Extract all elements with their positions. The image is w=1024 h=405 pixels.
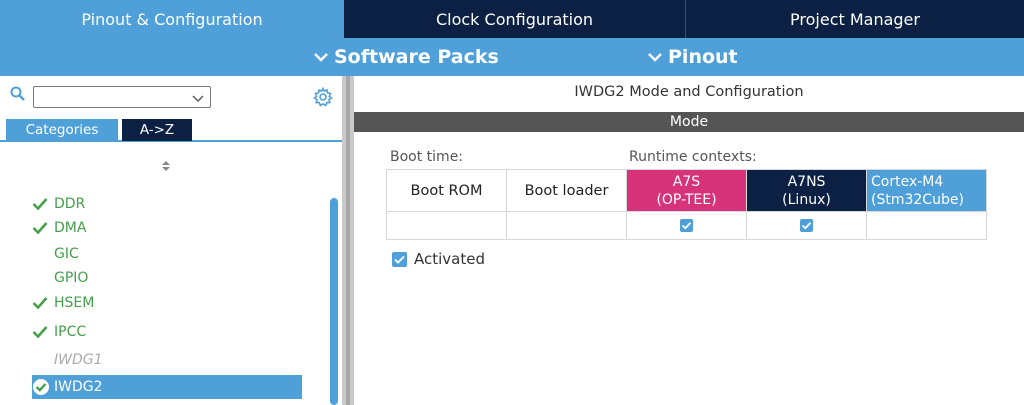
chevron-down-icon	[314, 53, 328, 62]
software-packs-menu[interactable]: Software Packs	[314, 38, 499, 76]
check-icon	[32, 296, 54, 310]
tree-item-gic[interactable]: GIC	[32, 242, 302, 266]
cell-cortex-m4[interactable]	[866, 211, 987, 240]
tree-item-label: GPIO	[54, 270, 89, 286]
software-packs-label: Software Packs	[334, 46, 499, 68]
check-circle-icon	[32, 378, 54, 396]
top-tab-bar: Pinout & Configuration Clock Configurati…	[0, 0, 1024, 38]
tree-item-ipcc[interactable]: IPCC	[32, 320, 302, 344]
tab-project-manager[interactable]: Project Manager	[686, 0, 1024, 38]
tree-item-gpio[interactable]: GPIO	[32, 266, 302, 290]
tab-categories[interactable]: Categories	[6, 119, 118, 141]
cell-a7s[interactable]	[626, 211, 747, 240]
search-combobox[interactable]	[33, 86, 211, 108]
categories-panel: Categories A->Z DDR DMA GIC GPIO HSEM IP…	[0, 76, 342, 405]
tree-item-label: DDR	[54, 196, 86, 212]
a7ns-checkbox[interactable]	[800, 219, 813, 232]
tab-clock-configuration[interactable]: Clock Configuration	[344, 0, 686, 38]
gear-icon[interactable]	[313, 86, 333, 111]
sort-icon[interactable]	[161, 160, 171, 176]
mode-configuration-panel: IWDG2 Mode and Configuration Mode Boot t…	[354, 76, 1024, 405]
column-header-cortex-m4: Cortex-M4 (Stm32Cube)	[866, 169, 987, 212]
tree-item-iwdg2[interactable]: IWDG2	[32, 375, 302, 399]
chevron-down-icon	[648, 53, 662, 62]
search-icon[interactable]	[10, 86, 26, 106]
column-header-boot-rom: Boot ROM	[386, 169, 507, 212]
cell-boot-rom[interactable]	[386, 211, 507, 240]
search-row	[0, 82, 342, 108]
secondary-menu-bar: Software Packs Pinout	[0, 38, 1024, 76]
panel-title: IWDG2 Mode and Configuration	[574, 84, 804, 100]
column-header-boot-loader: Boot loader	[506, 169, 627, 212]
mode-section-header[interactable]: Mode	[354, 112, 1024, 132]
column-header-a7s: A7S (OP-TEE)	[626, 169, 747, 212]
check-icon	[32, 197, 54, 211]
check-icon	[32, 221, 54, 235]
tab-a-to-z[interactable]: A->Z	[122, 119, 192, 141]
a7s-checkbox[interactable]	[680, 219, 693, 232]
category-tabs: Categories A->Z	[0, 116, 342, 142]
boot-time-label: Boot time:	[390, 149, 464, 165]
scrollbar-thumb[interactable]	[330, 198, 338, 405]
activated-label: Activated	[414, 250, 485, 268]
activated-checkbox[interactable]: Activated	[392, 250, 485, 268]
pinout-label: Pinout	[668, 46, 738, 68]
tab-pinout-configuration[interactable]: Pinout & Configuration	[0, 0, 344, 38]
tree-item-label: HSEM	[54, 295, 95, 311]
check-icon	[32, 325, 54, 339]
runtime-context-table: Boot ROM Boot loader A7S (OP-TEE) A7NS (…	[386, 169, 987, 240]
cell-a7ns[interactable]	[746, 211, 867, 240]
chevron-down-icon[interactable]	[192, 91, 204, 107]
column-header-a7ns: A7NS (Linux)	[746, 169, 867, 212]
tree-item-hsem[interactable]: HSEM	[32, 291, 302, 315]
tree-item-iwdg1[interactable]: IWDG1	[32, 348, 302, 372]
tree-item-label: IWDG2	[54, 379, 103, 395]
tree-item-label: DMA	[54, 220, 87, 236]
tree-item-label: IPCC	[54, 324, 87, 340]
tree-item-label: IWDG1	[54, 352, 103, 368]
tree-item-ddr[interactable]: DDR	[32, 192, 302, 216]
panel-splitter[interactable]	[342, 76, 354, 405]
activated-check-icon[interactable]	[392, 251, 407, 267]
tree-item-label: GIC	[54, 246, 79, 262]
runtime-contexts-label: Runtime contexts:	[629, 149, 757, 165]
cell-boot-loader[interactable]	[506, 211, 627, 240]
pinout-menu[interactable]: Pinout	[648, 38, 738, 76]
tree-item-dma[interactable]: DMA	[32, 216, 302, 240]
